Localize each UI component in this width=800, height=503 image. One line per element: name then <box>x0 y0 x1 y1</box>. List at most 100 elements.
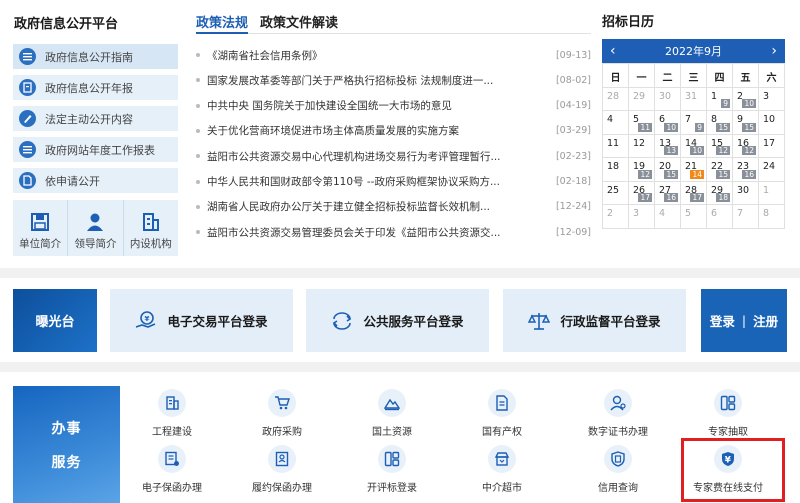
gov-info-link-label: 法定主动公开内容 <box>45 112 133 126</box>
calendar-day[interactable]: 23 16 <box>733 158 759 182</box>
news-date: [02-23] <box>555 150 591 162</box>
calendar-day[interactable]: 10 <box>759 111 785 135</box>
calendar-day[interactable]: 79 <box>681 111 707 135</box>
calendar-day[interactable]: 29 18 <box>707 181 733 205</box>
gov-info-link[interactable]: 政府信息公开年报 <box>13 75 178 100</box>
news-title[interactable]: 《湖南省社会信用条例》 <box>207 48 550 63</box>
register-link[interactable]: 注册 <box>753 311 778 330</box>
calendar-day[interactable]: 3 <box>759 87 785 111</box>
calendar-day[interactable]: 18 <box>603 158 629 182</box>
calendar-day[interactable]: 24 <box>759 158 785 182</box>
panel-title-gov-info: 政府信息公开平台 <box>14 17 119 32</box>
calendar-day[interactable]: 22 15 <box>707 158 733 182</box>
news-item[interactable]: 关于优化营商环境促进市场主体高质量发展的实施方案 [03-29] <box>196 120 591 142</box>
news-item[interactable]: 益阳市公共资源交易管理委员会关于印发《益阳市公共资源交... [12-09] <box>196 221 591 243</box>
login-link[interactable]: 登录 <box>710 311 735 330</box>
service-item[interactable]: 工程建设 <box>117 389 227 443</box>
org-link-unit[interactable]: 单位简介 <box>13 200 69 256</box>
service-item[interactable]: 电子保函办理 <box>117 445 227 499</box>
calendar-day[interactable]: 20 15 <box>655 158 681 182</box>
tab-policy-interpretation[interactable]: 政策文件解读 <box>260 12 338 31</box>
news-title[interactable]: 关于优化营商环境促进市场主体高质量发展的实施方案 <box>207 123 550 138</box>
calendar-day[interactable]: 5 <box>681 205 707 229</box>
report-icon <box>19 79 36 96</box>
calendar-day[interactable]: 25 <box>603 181 629 205</box>
calendar-day[interactable]: 26 17 <box>629 181 655 205</box>
news-item[interactable]: 益阳市公共资源交易中心代理机构进场交易行为考评管理暂行... [02-23] <box>196 145 591 167</box>
calendar-day[interactable]: 1 <box>759 181 785 205</box>
calendar-day[interactable]: 28 <box>603 87 629 111</box>
gov-info-link[interactable]: 法定主动公开内容 <box>13 106 178 131</box>
pen-icon <box>19 110 36 127</box>
calendar-day[interactable]: 19 <box>707 87 733 111</box>
bullet-dot <box>196 78 200 83</box>
public-service-login-button[interactable]: 公共服务平台登录 <box>306 289 489 352</box>
news-date: [03-29] <box>555 125 591 137</box>
calendar-day[interactable]: 30 <box>655 87 681 111</box>
service-item[interactable]: 数字证书办理 <box>563 389 673 443</box>
org-link-depts[interactable]: 内设机构 <box>124 200 178 256</box>
calendar-day[interactable]: 11 <box>603 134 629 158</box>
calendar-day[interactable]: 4 <box>603 111 629 135</box>
news-item[interactable]: 中共中央 国务院关于加快建设全国统一大市场的意见 [04-19] <box>196 95 591 117</box>
calendar-day[interactable]: 2 10 <box>733 87 759 111</box>
service-item[interactable]: 开评标登录 <box>337 445 447 499</box>
service-item[interactable]: 政府采购 <box>227 389 337 443</box>
calendar-day[interactable]: 30 <box>733 181 759 205</box>
calendar-day[interactable]: 27 16 <box>655 181 681 205</box>
news-item[interactable]: 《湖南省社会信用条例》 [09-13] <box>196 44 591 66</box>
service-item[interactable]: 履约保函办理 <box>227 445 337 499</box>
calendar-day[interactable]: 5 11 <box>629 111 655 135</box>
gov-info-link[interactable]: 依申请公开 <box>13 168 178 193</box>
bullet-dot <box>196 204 200 209</box>
calendar-day[interactable]: 4 <box>655 205 681 229</box>
org-link-label: 单位简介 <box>19 238 62 250</box>
calendar-day-number: 25 <box>607 184 620 196</box>
news-date: [02-18] <box>555 176 591 187</box>
calendar-day[interactable]: 31 <box>681 87 707 111</box>
calendar-day[interactable]: 28 17 <box>681 181 707 205</box>
calendar-day[interactable]: 19 12 <box>629 158 655 182</box>
news-item[interactable]: 国家发展改革委等部门关于严格执行招标投标 法规制度进一... [08-02] <box>196 69 591 91</box>
org-link-leaders[interactable]: 领导简介 <box>68 200 124 256</box>
gov-info-link[interactable]: 政府网站年度工作报表 <box>13 137 178 162</box>
calendar-day-number: 4 <box>607 114 614 125</box>
prev-month-button[interactable]: ‹ <box>610 43 616 59</box>
calendar-day[interactable]: 3 <box>629 205 655 229</box>
calendar-day[interactable]: 7 <box>733 205 759 229</box>
calendar-day[interactable]: 29 <box>629 87 655 111</box>
news-item[interactable]: 湖南省人民政府办公厅关于建立健全招标投标监督长效机制... [12-24] <box>196 196 591 218</box>
news-title[interactable]: 中共中央 国务院关于加快建设全国统一大市场的意见 <box>207 98 550 113</box>
calendar-day[interactable]: 21 14 <box>681 158 707 182</box>
calendar-week: 25 26 17 27 16 28 17 29 18 30 1 <box>603 181 785 205</box>
calendar-day[interactable]: 8 15 <box>707 111 733 135</box>
calendar-day[interactable]: 2 <box>603 205 629 229</box>
calendar-day[interactable]: 6 <box>707 205 733 229</box>
calendar-day[interactable]: 14 10 <box>681 134 707 158</box>
service-item[interactable]: 专家抽取 <box>673 389 783 443</box>
service-item[interactable]: 信用查询 <box>563 445 673 499</box>
news-title[interactable]: 中华人民共和国财政部令第110号 --政府采购框架协议采购方... <box>207 174 550 189</box>
service-item[interactable]: 国有产权 <box>447 389 557 443</box>
service-item[interactable]: 国土资源 <box>337 389 447 443</box>
next-month-button[interactable]: › <box>771 43 777 59</box>
news-title[interactable]: 益阳市公共资源交易中心代理机构进场交易行为考评管理暂行... <box>207 149 550 164</box>
service-item[interactable]: 中介超市 <box>447 445 557 499</box>
calendar-day[interactable]: 6 10 <box>655 111 681 135</box>
calendar-day[interactable]: 17 <box>759 134 785 158</box>
e-trading-login-button[interactable]: ¥ 电子交易平台登录 <box>110 289 293 352</box>
news-item[interactable]: 中华人民共和国财政部令第110号 --政府采购框架协议采购方... [02-18] <box>196 171 591 193</box>
news-title[interactable]: 湖南省人民政府办公厅关于建立健全招标投标监督长效机制... <box>207 199 550 214</box>
calendar-day[interactable]: 16 12 <box>733 134 759 158</box>
calendar-day[interactable]: 9 15 <box>733 111 759 135</box>
calendar-day[interactable]: 8 <box>759 205 785 229</box>
news-title[interactable]: 益阳市公共资源交易管理委员会关于印发《益阳市公共资源交... <box>207 225 550 240</box>
calendar-day[interactable]: 15 12 <box>707 134 733 158</box>
calendar-day[interactable]: 13 13 <box>655 134 681 158</box>
tab-policy-regulations[interactable]: 政策法规 <box>196 12 248 31</box>
admin-supervision-login-button[interactable]: 行政监督平台登录 <box>503 289 686 352</box>
news-title[interactable]: 国家发展改革委等部门关于严格执行招标投标 法规制度进一... <box>207 73 550 88</box>
calendar-day[interactable]: 12 <box>629 134 655 158</box>
gov-info-link[interactable]: 政府信息公开指南 <box>13 44 178 69</box>
exposure-board-button[interactable]: 曝光台 <box>13 289 97 352</box>
